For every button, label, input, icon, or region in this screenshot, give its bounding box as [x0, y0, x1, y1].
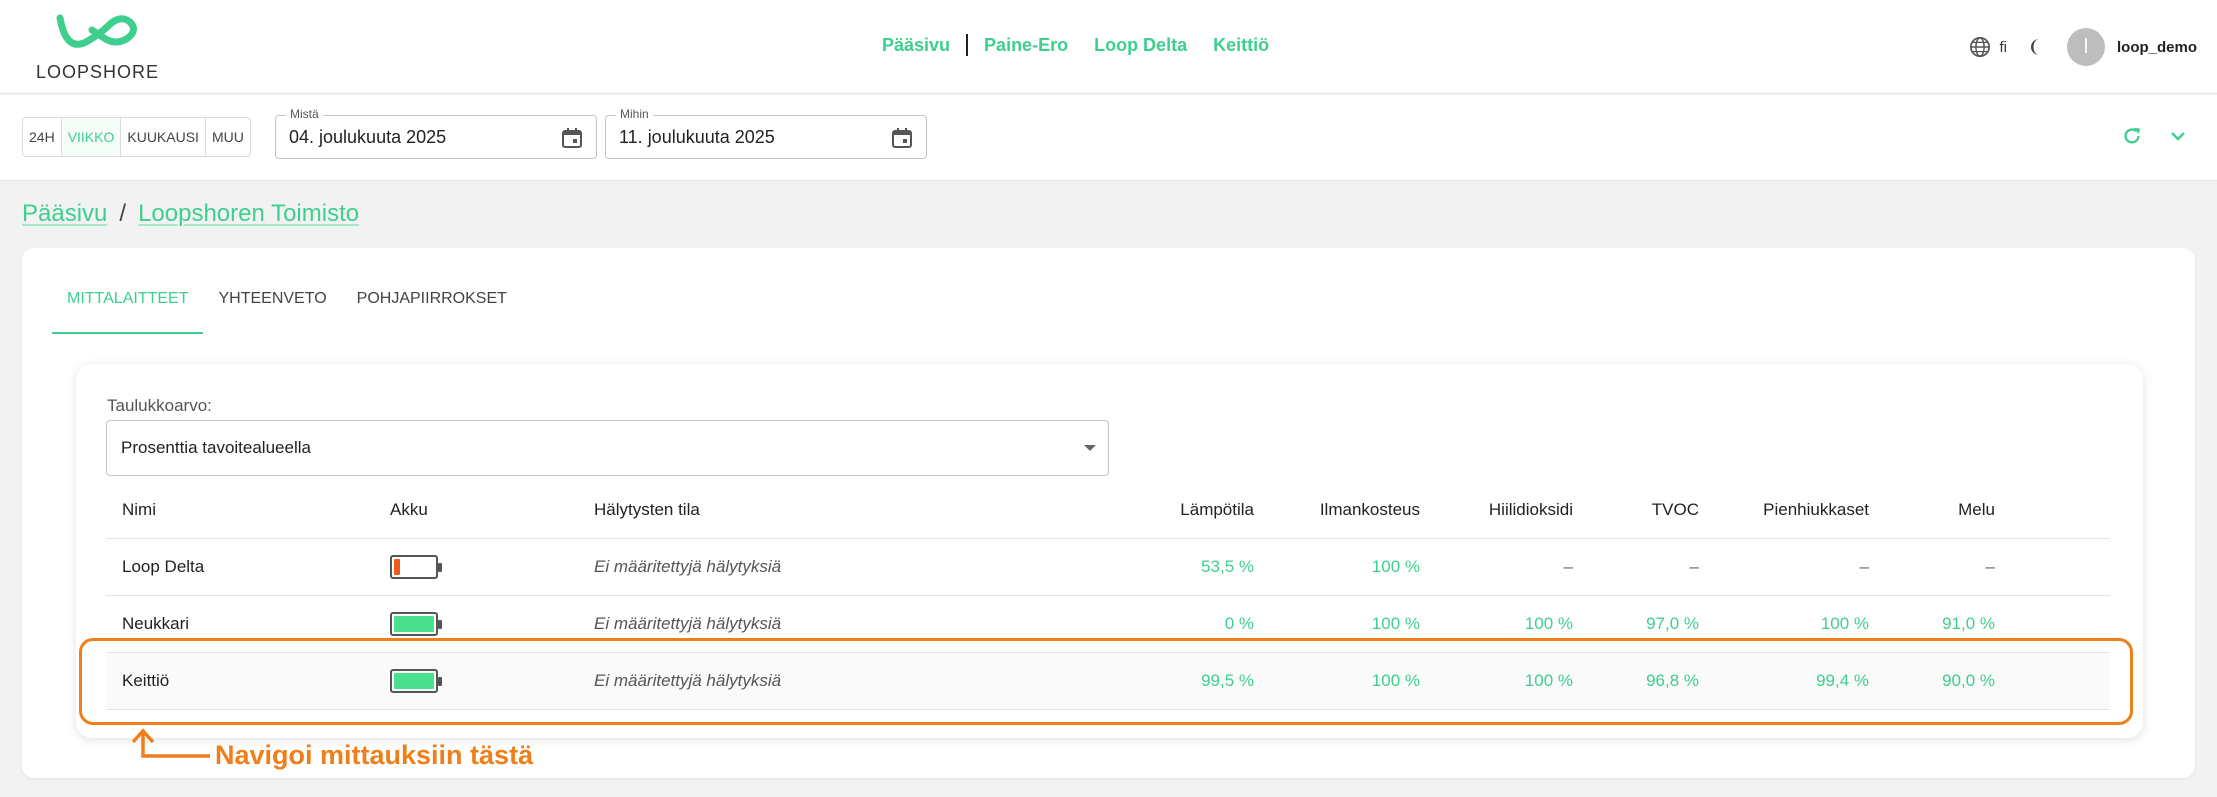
alarm-status-text: Ei määritettyjä hälytyksiä — [594, 556, 782, 576]
breadcrumb-location[interactable]: Loopshoren Toimisto — [138, 200, 359, 228]
battery-icon — [390, 611, 442, 636]
col-hiilidioksidi: Hiilidioksidi — [1420, 482, 1573, 539]
calendar-icon[interactable] — [890, 126, 914, 150]
nav-paasivu[interactable]: Pääsivu — [882, 35, 950, 56]
range-muu[interactable]: MUU — [206, 118, 250, 156]
table-row[interactable]: Loop Delta Ei määritettyjä hälytyksiä 53,5… — [106, 538, 2110, 596]
from-date-field[interactable]: Mistä 04. joulukuuta 2025 — [275, 107, 597, 159]
range-24h[interactable]: 24H — [23, 118, 62, 156]
device-name[interactable]: Loop Delta — [106, 538, 390, 596]
chevron-down-icon[interactable] — [2169, 127, 2187, 145]
col-tvoc: TVOC — [1573, 482, 1699, 539]
nav-paine-ero[interactable]: Paine-Ero — [984, 35, 1068, 56]
alarm-status-text: Ei määritettyjä hälytyksiä — [594, 613, 782, 633]
col-halytysten-tila: Hälytysten tila — [594, 482, 1074, 539]
nav-keittio[interactable]: Keittiö — [1213, 35, 1269, 56]
value-lampotila: 53,5 % — [1074, 538, 1254, 596]
loopshore-logo-mark — [56, 14, 137, 48]
tab-yhteenveto[interactable]: YHTEENVETO — [203, 288, 341, 334]
col-nimi: Nimi — [106, 482, 390, 539]
value-pienhiukkaset: – — [1699, 538, 1869, 596]
battery-cell — [390, 538, 594, 596]
language-selector[interactable]: fi — [1969, 36, 2007, 58]
breadcrumb-separator: / — [119, 200, 127, 227]
globe-icon — [1970, 37, 1991, 57]
value-ilmankosteus: 100 % — [1254, 538, 1420, 596]
table-value-select[interactable]: Prosenttia tavoitealueella — [106, 420, 1109, 476]
value-tvoc: – — [1573, 538, 1699, 596]
breadcrumb: Pääsivu / Loopshoren Toimisto — [22, 200, 359, 228]
annotation-highlight-box — [79, 638, 2133, 725]
table-value-label: Taulukkoarvo: — [107, 396, 212, 415]
col-lampotila: Lämpötila — [1074, 482, 1254, 539]
tab-bar: MITTALAITTEET YHTEENVETO POHJAPIIRROKSET — [52, 288, 522, 334]
to-date-value: 11. joulukuuta 2025 — [619, 127, 775, 147]
annotation-arrow-icon — [131, 728, 210, 758]
battery-icon — [390, 554, 442, 579]
value-hiilidioksidi: – — [1420, 538, 1573, 596]
battery-fill — [394, 558, 400, 575]
dark-mode-icon[interactable] — [2029, 37, 2049, 57]
dropdown-arrow-icon — [1084, 445, 1096, 451]
table-value-selected: Prosenttia tavoitealueella — [121, 438, 311, 457]
refresh-icon[interactable] — [2121, 125, 2143, 147]
range-viikko[interactable]: VIIKKO — [61, 118, 122, 156]
tab-mittalaitteet[interactable]: MITTALAITTEET — [52, 288, 204, 334]
nav-divider — [966, 34, 969, 56]
date-toolbar: 24H VIIKKO KUUKAUSI MUU Mistä 04. jouluk… — [0, 95, 2217, 181]
breadcrumb-paasivu[interactable]: Pääsivu — [22, 200, 107, 228]
col-pienhiukkaset: Pienhiukkaset — [1699, 482, 1869, 539]
to-date-field[interactable]: Mihin 11. joulukuuta 2025 — [605, 107, 927, 159]
calendar-icon[interactable] — [560, 126, 584, 150]
logo-text: LOOPSHORE — [36, 62, 160, 82]
from-date-label: Mistä — [286, 107, 323, 121]
time-range-selector: 24H VIIKKO KUUKAUSI MUU — [22, 117, 251, 157]
username[interactable]: loop_demo — [2117, 39, 2197, 56]
annotation-text: Navigoi mittauksiin tästä — [215, 740, 534, 770]
app-header: LOOPSHORE Pääsivu Paine-Ero Loop Delta K… — [0, 0, 2217, 94]
range-kuukausi[interactable]: KUUKAUSI — [121, 118, 206, 156]
from-date-value: 04. joulukuuta 2025 — [289, 127, 447, 147]
table-header-row: Nimi Akku Hälytysten tila Lämpötila Ilma… — [106, 482, 2110, 539]
main-nav: Pääsivu Paine-Ero Loop Delta Keittiö — [882, 34, 1269, 56]
nav-loop-delta[interactable]: Loop Delta — [1094, 35, 1187, 56]
col-ilmankosteus: Ilmankosteus — [1254, 482, 1420, 539]
avatar[interactable]: l — [2066, 28, 2105, 66]
language-code: fi — [1999, 38, 2007, 56]
col-akku: Akku — [390, 482, 594, 539]
col-melu: Melu — [1869, 482, 1995, 539]
value-melu: – — [1869, 538, 1995, 596]
to-date-label: Mihin — [616, 107, 653, 121]
loopshore-logo[interactable]: LOOPSHORE — [36, 12, 166, 84]
battery-fill — [394, 615, 434, 632]
alarm-status: Ei määritettyjä hälytyksiä — [594, 538, 1074, 596]
tab-pohjapiirrokset[interactable]: POHJAPIIRROKSET — [342, 288, 522, 334]
